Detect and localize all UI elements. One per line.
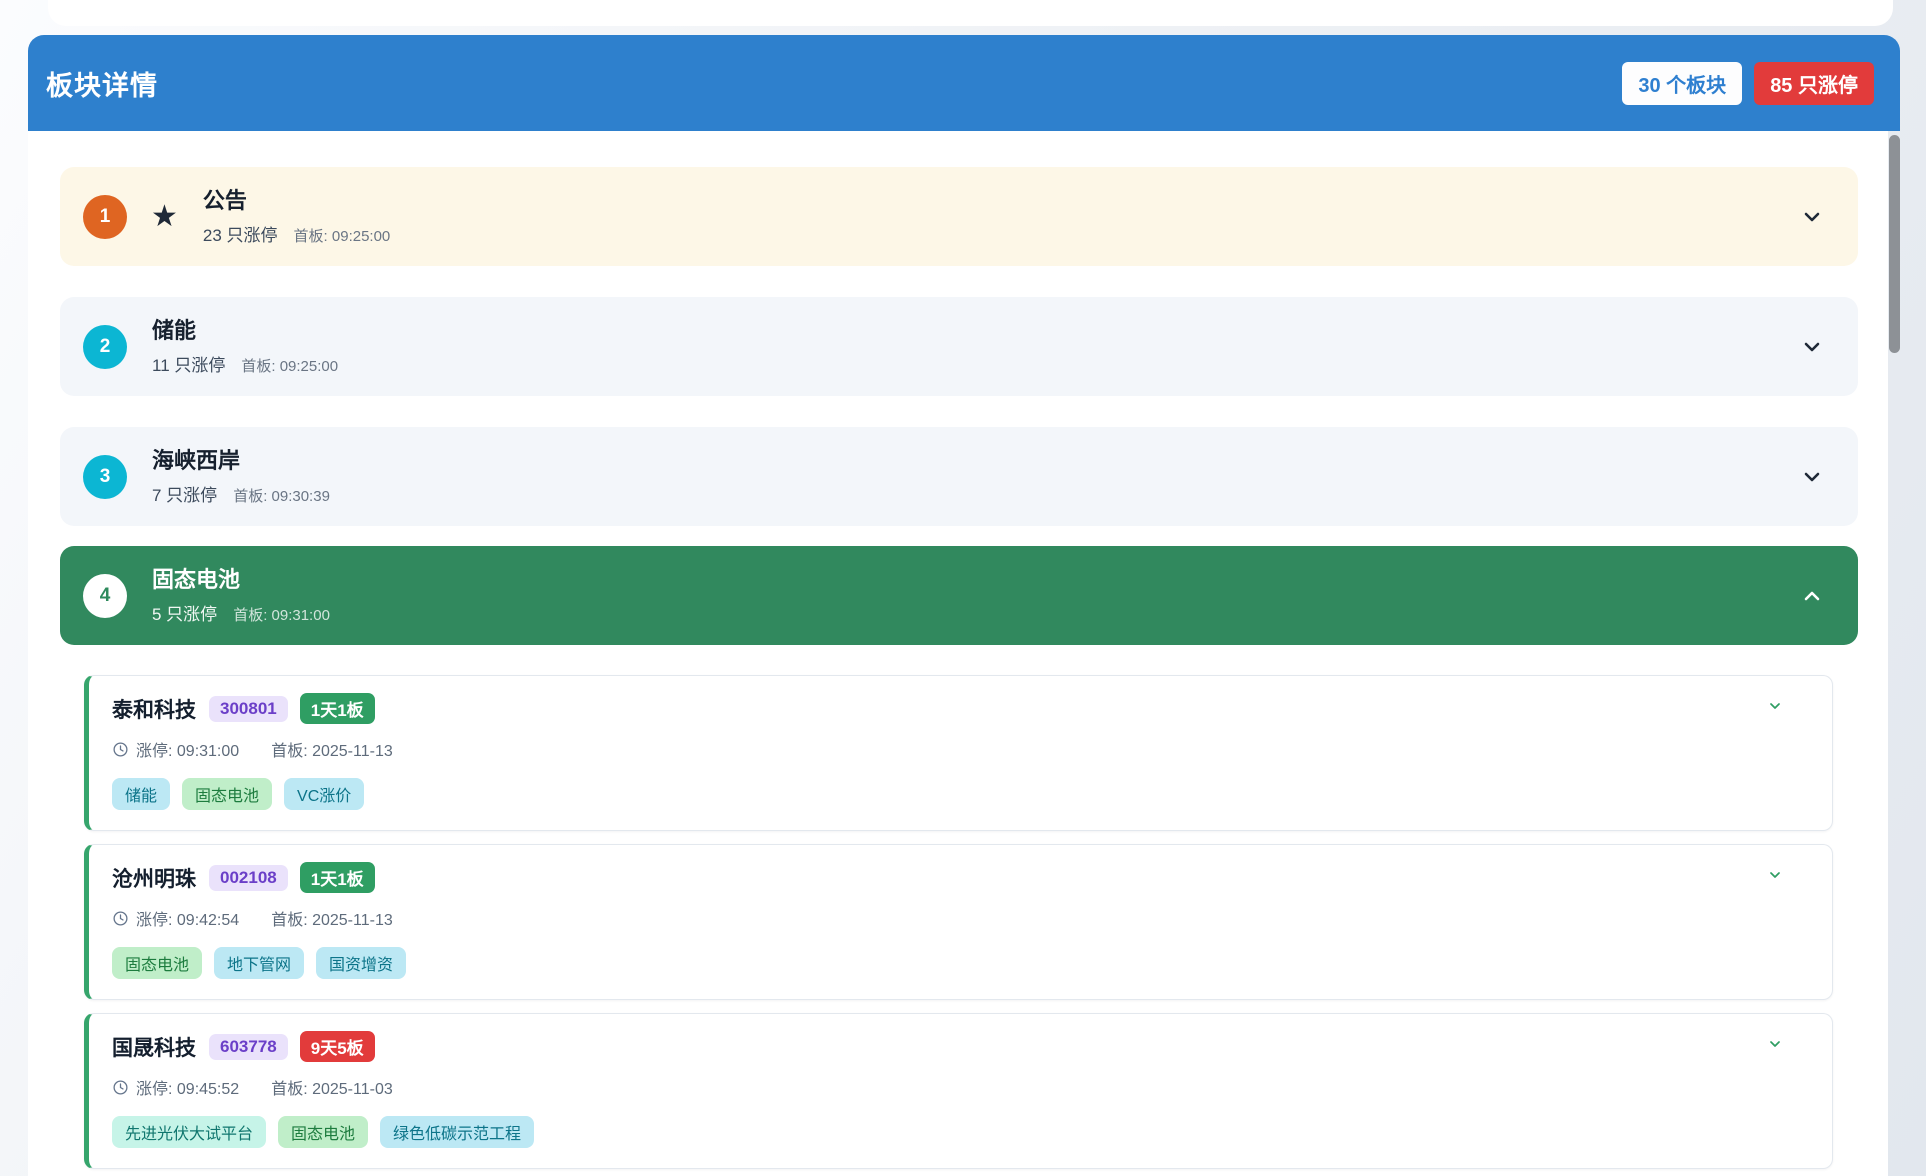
stock-card-cangzhoumingzhu[interactable]: 沧州明珠 002108 1天1板 涨停: 09:42:54 bbox=[84, 844, 1833, 1000]
stock-card-taihekeji[interactable]: 泰和科技 300801 1天1板 涨停: 09:31:00 bbox=[84, 675, 1833, 831]
streak-badge: 9天5板 bbox=[300, 1031, 375, 1062]
clock-icon bbox=[112, 1079, 129, 1096]
limit-up-time: 涨停: 09:42:54 bbox=[136, 906, 239, 930]
header-badges: 30 个板块 85 只涨停 bbox=[1622, 62, 1874, 105]
chevron-down-icon bbox=[1767, 867, 1783, 883]
chevron-down-icon bbox=[1800, 205, 1824, 229]
sector-row-gonggao[interactable]: 1 ★ 公告 23 只涨停 首板: 09:25:00 bbox=[60, 167, 1858, 266]
limit-up-total-badge: 85 只涨停 bbox=[1754, 62, 1874, 105]
star-icon: ★ bbox=[151, 202, 178, 232]
sector-info: 固态电池 5 只涨停 首板: 09:31:00 bbox=[152, 566, 330, 625]
page: 板块详情 30 个板块 85 只涨停 1 ★ 公告 23 只涨停 首板: 09:… bbox=[0, 0, 1926, 1176]
concept-tag: 地下管网 bbox=[214, 947, 304, 979]
concept-tag: VC涨价 bbox=[284, 778, 364, 810]
stock-list: 泰和科技 300801 1天1板 涨停: 09:31:00 bbox=[84, 675, 1833, 1169]
sector-detail-panel: 板块详情 30 个板块 85 只涨停 1 ★ 公告 23 只涨停 首板: 09:… bbox=[28, 35, 1900, 1176]
stock-code-badge: 603778 bbox=[209, 1034, 288, 1060]
concept-tag: 国资增资 bbox=[316, 947, 406, 979]
first-board-date: 首板: 2025-11-13 bbox=[271, 737, 393, 761]
stock-code-badge: 002108 bbox=[209, 865, 288, 891]
sector-name: 公告 bbox=[203, 187, 390, 215]
clock-icon bbox=[112, 910, 129, 927]
stock-code-badge: 300801 bbox=[209, 696, 288, 722]
sector-info: 储能 11 只涨停 首板: 09:25:00 bbox=[152, 317, 338, 376]
sector-limit-up-count: 7 只涨停 bbox=[152, 481, 217, 506]
limit-up-time: 涨停: 09:31:00 bbox=[136, 737, 239, 761]
page-title: 板块详情 bbox=[46, 64, 158, 103]
sector-name: 固态电池 bbox=[152, 566, 330, 594]
rank-badge: 1 bbox=[83, 195, 127, 239]
concept-tag: 固态电池 bbox=[278, 1116, 368, 1148]
concept-tag: 固态电池 bbox=[182, 778, 272, 810]
stock-card-guoshengkeji[interactable]: 国晟科技 603778 9天5板 涨停: 09:45:52 bbox=[84, 1013, 1833, 1169]
concept-tag: 先进光伏大试平台 bbox=[112, 1116, 266, 1148]
concept-tag: 绿色低碳示范工程 bbox=[380, 1116, 534, 1148]
previous-card-edge bbox=[48, 0, 1893, 26]
rank-badge: 3 bbox=[83, 455, 127, 499]
chevron-down-icon bbox=[1767, 1036, 1783, 1052]
sector-row-gutaidianchi[interactable]: 4 固态电池 5 只涨停 首板: 09:31:00 bbox=[60, 546, 1858, 645]
concept-tag: 固态电池 bbox=[112, 947, 202, 979]
sector-first-board-time: 首板: 09:31:00 bbox=[233, 604, 330, 625]
sector-row-haixiaxian[interactable]: 3 海峡西岸 7 只涨停 首板: 09:30:39 bbox=[60, 427, 1858, 526]
sector-list: 1 ★ 公告 23 只涨停 首板: 09:25:00 2 储能 bbox=[28, 131, 1888, 1176]
stock-name: 国晟科技 bbox=[112, 1032, 196, 1062]
sector-info: 海峡西岸 7 只涨停 首板: 09:30:39 bbox=[152, 447, 330, 506]
streak-badge: 1天1板 bbox=[300, 862, 375, 893]
rank-badge: 2 bbox=[83, 325, 127, 369]
sector-first-board-time: 首板: 09:30:39 bbox=[233, 485, 330, 506]
panel-header: 板块详情 30 个板块 85 只涨停 bbox=[28, 35, 1900, 131]
chevron-down-icon bbox=[1767, 698, 1783, 714]
sector-name: 海峡西岸 bbox=[152, 447, 330, 475]
sector-limit-up-count: 23 只涨停 bbox=[203, 221, 278, 246]
first-board-date: 首板: 2025-11-03 bbox=[271, 1075, 393, 1099]
sector-info: 公告 23 只涨停 首板: 09:25:00 bbox=[203, 187, 390, 246]
limit-up-time: 涨停: 09:45:52 bbox=[136, 1075, 239, 1099]
rank-badge: 4 bbox=[83, 574, 127, 618]
sector-first-board-time: 首板: 09:25:00 bbox=[294, 225, 391, 246]
sector-row-chuneng[interactable]: 2 储能 11 只涨停 首板: 09:25:00 bbox=[60, 297, 1858, 396]
streak-badge: 1天1板 bbox=[300, 693, 375, 724]
sector-name: 储能 bbox=[152, 317, 338, 345]
stock-name: 泰和科技 bbox=[112, 694, 196, 724]
stock-name: 沧州明珠 bbox=[112, 863, 196, 893]
sector-count-badge: 30 个板块 bbox=[1622, 62, 1742, 105]
first-board-date: 首板: 2025-11-13 bbox=[271, 906, 393, 930]
chevron-down-icon bbox=[1800, 465, 1824, 489]
sector-limit-up-count: 11 只涨停 bbox=[152, 351, 225, 376]
chevron-down-icon bbox=[1800, 335, 1824, 359]
clock-icon bbox=[112, 741, 129, 758]
sector-first-board-time: 首板: 09:25:00 bbox=[241, 355, 338, 376]
concept-tag: 储能 bbox=[112, 778, 170, 810]
sector-limit-up-count: 5 只涨停 bbox=[152, 600, 217, 625]
scrollbar-thumb[interactable] bbox=[1889, 135, 1900, 353]
chevron-up-icon bbox=[1800, 584, 1824, 608]
